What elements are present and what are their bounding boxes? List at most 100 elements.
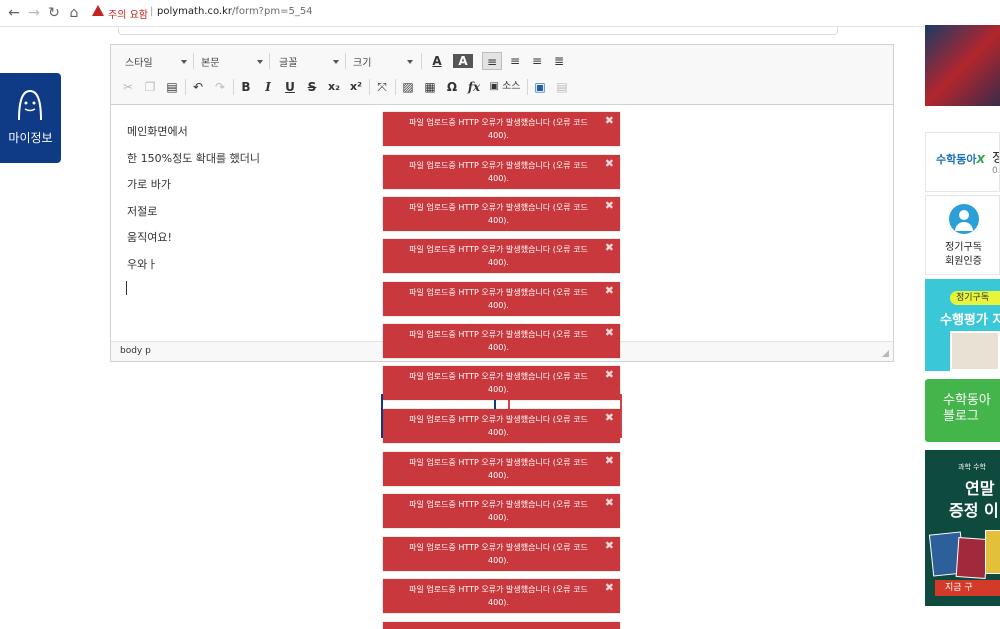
text-caret bbox=[126, 281, 127, 295]
security-warning[interactable]: 주의 요함 bbox=[108, 6, 148, 21]
format-dropdown[interactable]: 본문 bbox=[201, 54, 263, 70]
address-bar[interactable]: polymath.co.kr/form?pm=5_54 bbox=[157, 6, 313, 17]
align-left-icon[interactable]: ≡ bbox=[482, 52, 502, 70]
align-center-icon[interactable]: ≡ bbox=[505, 52, 525, 70]
font-dropdown[interactable]: 글꼴 bbox=[279, 54, 339, 70]
redo-icon[interactable]: ↷ bbox=[211, 78, 229, 96]
warning-icon[interactable] bbox=[92, 5, 104, 16]
content-line: 우와ㅏ bbox=[127, 257, 158, 271]
event-sub: 과학 수학 bbox=[958, 463, 986, 471]
blog-label-line1: 수학동아 bbox=[943, 393, 991, 408]
special-char-icon[interactable]: Ω bbox=[443, 78, 461, 96]
close-icon[interactable]: ✖ bbox=[605, 368, 614, 381]
style-dropdown[interactable]: 스타일 bbox=[125, 54, 187, 70]
undo-icon[interactable]: ↶ bbox=[189, 78, 207, 96]
content-line: 가로 바가 bbox=[127, 178, 171, 191]
error-toast[interactable]: 파일 업로드중 HTTP 오류가 발생했습니다 (오류 코드 400). ✖ bbox=[383, 112, 620, 146]
blog-card[interactable]: 수학동아 블로그 bbox=[925, 379, 1000, 442]
reload-icon[interactable]: ↻ bbox=[46, 5, 62, 21]
error-toast[interactable]: 파일 업로드중 HTTP 오류가 발생했습니다 (오류 코드 400). ✖ bbox=[383, 324, 620, 358]
performance-eval-card[interactable]: 정기구독 수행평가 지 bbox=[925, 279, 1000, 371]
error-toast[interactable]: 파일 업로드중 HTTP 오류가 발생했습니다 (오류 코드 400). ✖ bbox=[383, 239, 620, 273]
math-magazine-card[interactable]: 수학동아X 정 0: bbox=[925, 132, 1000, 192]
preview-icon[interactable]: ▤ bbox=[553, 78, 571, 96]
close-icon[interactable]: ✖ bbox=[605, 284, 614, 297]
source-icon: ▣ bbox=[489, 81, 499, 92]
editor-content[interactable]: 메인화면에서 한 150%정도 확대를 했더니 가로 바가 저절로 움직여요! … bbox=[127, 123, 260, 282]
align-justify-icon[interactable]: ≣ bbox=[549, 52, 569, 70]
close-icon[interactable]: ✖ bbox=[605, 581, 614, 594]
subscriber-auth-line2: 회원인증 bbox=[945, 256, 982, 267]
forward-arrow-icon[interactable]: → bbox=[26, 5, 42, 21]
source-button[interactable]: ▣ 소스 bbox=[487, 78, 523, 96]
save-icon[interactable]: ▣ bbox=[531, 78, 549, 96]
close-icon[interactable]: ✖ bbox=[605, 114, 614, 127]
align-right-icon[interactable]: ≡ bbox=[527, 52, 547, 70]
cut-icon[interactable]: ✂ bbox=[119, 78, 137, 96]
source-label: 소스 bbox=[502, 81, 521, 92]
close-icon[interactable]: ✖ bbox=[605, 241, 614, 254]
strikethrough-icon[interactable]: S bbox=[303, 78, 321, 96]
toolbar-divider bbox=[193, 53, 194, 69]
blog-label-line2: 블로그 bbox=[943, 409, 979, 424]
comic-banner[interactable] bbox=[925, 25, 1000, 126]
toast-message: 파일 업로드중 HTTP 오류가 발생했습니다 (오류 코드 400). bbox=[409, 118, 588, 140]
chevron-down-icon bbox=[257, 60, 263, 64]
table-icon[interactable]: ▦ bbox=[421, 78, 439, 96]
error-toast[interactable]: 파일 업로드중 HTTP 오류가 발생했습니다 (오류 코드 400). ✖ bbox=[383, 155, 620, 189]
underline-icon[interactable]: U bbox=[281, 78, 299, 96]
format-dropdown-label: 본문 bbox=[201, 58, 220, 69]
superscript-icon[interactable]: x² bbox=[347, 78, 365, 96]
subscript-icon[interactable]: x₂ bbox=[325, 78, 343, 96]
size-dropdown[interactable]: 크기 bbox=[353, 54, 413, 70]
close-icon[interactable]: ✖ bbox=[605, 454, 614, 467]
error-toast[interactable]: 파일 업로드중 HTTP 오류가 발생했습니다 (오류 코드 400). ✖ bbox=[383, 282, 620, 316]
fullscreen-icon[interactable]: ⤧ bbox=[373, 78, 391, 96]
content-line: 메인화면에서 bbox=[127, 125, 188, 138]
error-toast[interactable]: 파일 업로드중 HTTP 오류가 발생했습니다 (오류 코드 400). ✖ bbox=[383, 366, 620, 400]
error-toast[interactable]: 파일 업로드중 HTTP 오류가 발생했습니다 (오류 코드 400). ✖ bbox=[383, 409, 620, 443]
bold-icon[interactable]: B bbox=[237, 78, 255, 96]
paste-icon[interactable]: ▤ bbox=[163, 78, 181, 96]
resize-grip-icon[interactable] bbox=[882, 350, 889, 357]
text-color-icon[interactable]: A bbox=[427, 52, 447, 70]
close-icon[interactable]: ✖ bbox=[605, 199, 614, 212]
formula-icon[interactable]: fx bbox=[465, 78, 483, 96]
error-toast[interactable]: 파일 업로드중 HTTP 오류가 발생했습니다 (오류 코드 400). ✖ bbox=[383, 537, 620, 571]
close-icon[interactable]: ✖ bbox=[605, 496, 614, 509]
error-toast[interactable]: 파일 업로드중 HTTP 오류가 발생했습니다 (오류 코드 400). ✖ bbox=[383, 579, 620, 613]
bg-color-icon[interactable]: A bbox=[453, 54, 473, 68]
close-icon[interactable]: ✖ bbox=[605, 326, 614, 339]
url-host: polymath.co.kr bbox=[157, 6, 232, 17]
error-toast[interactable]: 파일 업로드중 HTTP 오류가 발생했습니다 (오류 코드 400). ✖ bbox=[383, 494, 620, 528]
toolbar-divider bbox=[421, 53, 422, 69]
banner-caption-strip bbox=[925, 106, 1000, 126]
browser-toolbar: ← → ↻ ⌂ 주의 요함 | polymath.co.kr/form?pm=5… bbox=[0, 0, 1000, 27]
toast-message: 파일 업로드중 HTTP 오류가 발생했습니다 (오류 코드 400). bbox=[409, 372, 588, 394]
image-icon[interactable]: ▨ bbox=[399, 78, 417, 96]
chevron-down-icon bbox=[333, 60, 339, 64]
close-icon[interactable]: ✖ bbox=[605, 411, 614, 424]
home-icon[interactable]: ⌂ bbox=[66, 5, 82, 21]
style-dropdown-label: 스타일 bbox=[125, 58, 153, 69]
error-toast[interactable]: 파일 업로드중 HTTP 오류가 발생했습니다 (오류 코드 400). ✖ bbox=[383, 197, 620, 231]
title-field-bottom[interactable] bbox=[118, 27, 838, 35]
math-logo-x: X bbox=[976, 153, 985, 166]
book-image bbox=[955, 537, 989, 579]
year-end-event-banner[interactable]: 과학 수학 연말 증정 이 지금 구 bbox=[925, 450, 1000, 606]
close-icon[interactable]: ✖ bbox=[605, 539, 614, 552]
copy-icon[interactable]: ❐ bbox=[141, 78, 159, 96]
italic-icon[interactable]: I bbox=[259, 78, 277, 96]
error-toast[interactable] bbox=[383, 622, 620, 629]
error-toast[interactable]: 파일 업로드중 HTTP 오류가 발생했습니다 (오류 코드 400). ✖ bbox=[383, 452, 620, 486]
element-path[interactable]: body p bbox=[120, 346, 151, 356]
content-line: 저절로 bbox=[127, 204, 158, 218]
back-arrow-icon[interactable]: ← bbox=[6, 5, 22, 21]
my-info-label: 마이정보 bbox=[8, 131, 53, 145]
close-icon[interactable]: ✖ bbox=[605, 157, 614, 170]
subscriber-auth-line1: 정기구독 bbox=[945, 242, 982, 253]
chevron-down-icon bbox=[181, 60, 187, 64]
my-info-button[interactable]: 마이정보 bbox=[0, 73, 61, 163]
user-face-icon bbox=[18, 89, 42, 121]
subscriber-auth-card[interactable]: 정기구독회원인증 bbox=[925, 195, 1000, 275]
